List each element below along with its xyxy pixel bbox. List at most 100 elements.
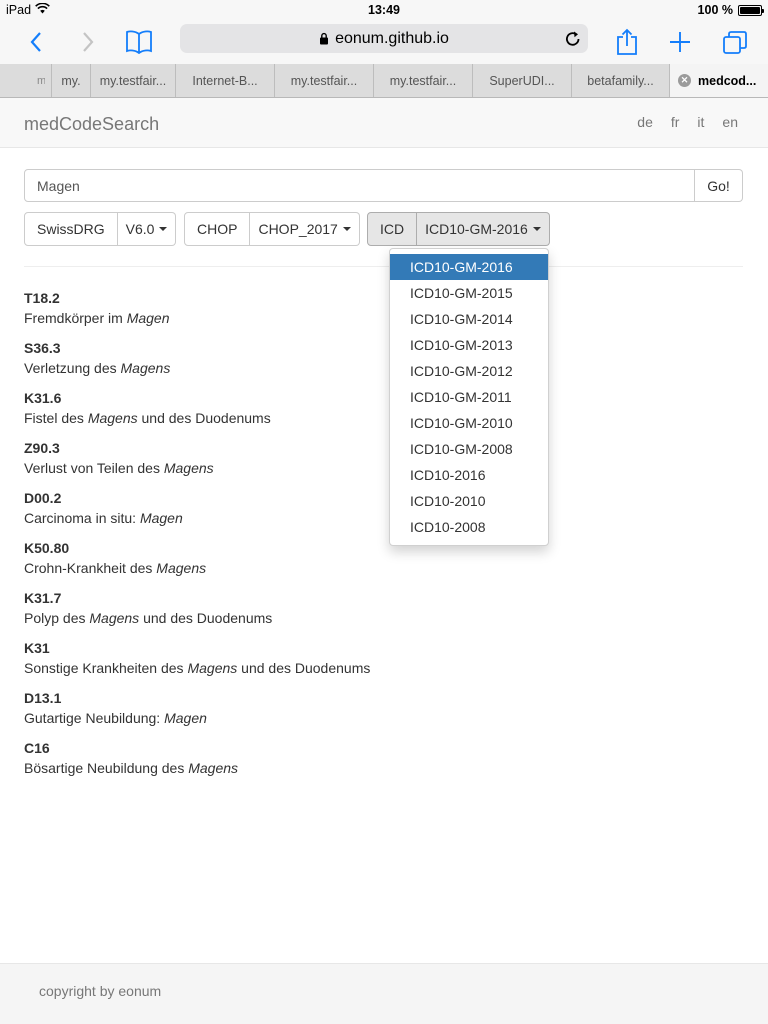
result-description: Bösartige Neubildung des Magens <box>24 760 239 776</box>
icd-version-option[interactable]: ICD10-2010 <box>390 488 548 514</box>
results-list: T18.2 Fremdkörper im Magen S36.3 Verletz… <box>24 290 724 790</box>
result-item[interactable]: C16 Bösartige Neubildung des Magens <box>24 740 724 790</box>
icd-button[interactable]: ICD <box>367 212 418 246</box>
icd-version-option-selected[interactable]: ICD10-GM-2016 <box>390 254 548 280</box>
lang-it-link[interactable]: it <box>697 114 704 130</box>
reload-icon[interactable] <box>565 30 581 47</box>
bookmarks-icon[interactable] <box>123 26 155 58</box>
chop-button[interactable]: CHOP <box>184 212 251 246</box>
status-bar: iPad 13:49 100 % <box>0 0 768 20</box>
result-item[interactable]: T18.2 Fremdkörper im Magen <box>24 290 724 340</box>
caret-down-icon <box>532 227 541 231</box>
tab-title: medcod... <box>698 73 757 88</box>
search-input[interactable] <box>24 169 695 202</box>
browser-tab[interactable]: my.testfair... <box>374 64 473 97</box>
browser-tab[interactable]: betafamily... <box>572 64 670 97</box>
tab-title: my. <box>37 75 45 87</box>
tab-title: my.testfair... <box>99 73 167 88</box>
share-icon[interactable] <box>611 26 643 58</box>
icd-version: ICD10-GM-2016 <box>425 221 528 237</box>
swissdrg-version-dropdown[interactable]: V6.0 <box>117 212 177 246</box>
chop-selector: CHOP CHOP_2017 <box>184 212 360 246</box>
browser-tab[interactable]: my.testfair... <box>275 64 374 97</box>
browser-tab[interactable]: my. <box>0 64 52 97</box>
chop-version-dropdown[interactable]: CHOP_2017 <box>250 212 360 246</box>
icd-version-option[interactable]: ICD10-GM-2011 <box>390 384 548 410</box>
icd-version-option[interactable]: ICD10-GM-2012 <box>390 358 548 384</box>
result-item[interactable]: K31 Sonstige Krankheiten des Magens und … <box>24 640 724 690</box>
icd-version-option[interactable]: ICD10-GM-2013 <box>390 332 548 358</box>
swissdrg-version: V6.0 <box>125 221 155 237</box>
result-description: Verlust von Teilen des Magens <box>24 460 214 476</box>
caret-down-icon <box>159 227 168 231</box>
address-bar[interactable]: eonum.github.io <box>180 24 588 53</box>
icd-selector: ICD ICD10-GM-2016 <box>367 212 550 246</box>
result-item[interactable]: D13.1 Gutartige Neubildung: Magen <box>24 690 724 740</box>
swissdrg-button[interactable]: SwissDRG <box>24 212 118 246</box>
result-code: D00.2 <box>24 490 62 506</box>
lock-icon <box>319 32 329 45</box>
result-code: Z90.3 <box>24 440 60 456</box>
url-text: eonum.github.io <box>335 29 449 47</box>
chop-label: CHOP <box>197 221 238 237</box>
swissdrg-label: SwissDRG <box>37 221 105 237</box>
result-description: Carcinoma in situ: Magen <box>24 510 183 526</box>
icd-label: ICD <box>380 221 405 237</box>
browser-toolbar: eonum.github.io <box>0 20 768 64</box>
result-description: Crohn-Krankheit des Magens <box>24 560 207 576</box>
divider <box>24 266 743 267</box>
browser-tab[interactable]: Internet-B... <box>176 64 275 97</box>
tab-title: my. <box>61 73 81 88</box>
result-description: Polyp des Magens und des Duodenums <box>24 610 273 626</box>
browser-tab[interactable]: my.testfair... <box>91 64 176 97</box>
site-footer: copyright by eonum <box>0 963 768 1024</box>
tab-title: Internet-B... <box>192 73 258 88</box>
battery-percent: 100 % <box>697 3 733 17</box>
tabs-overview-icon[interactable] <box>719 26 751 58</box>
chop-version: CHOP_2017 <box>258 221 338 237</box>
result-description: Fistel des Magens und des Duodenums <box>24 410 271 426</box>
site-navbar: medCodeSearch de fr it en <box>0 98 768 148</box>
result-item[interactable]: S36.3 Verletzung des Magens <box>24 340 724 390</box>
result-item[interactable]: K50.80 Crohn-Krankheit des Magens <box>24 540 724 590</box>
swissdrg-selector: SwissDRG V6.0 <box>24 212 177 246</box>
result-description: Gutartige Neubildung: Magen <box>24 710 207 726</box>
result-code: T18.2 <box>24 290 60 306</box>
lang-fr-link[interactable]: fr <box>671 114 680 130</box>
result-code: K31 <box>24 640 50 656</box>
caret-down-icon <box>342 227 351 231</box>
icd-version-option[interactable]: ICD10-2008 <box>390 514 548 540</box>
back-icon[interactable] <box>20 26 52 58</box>
lang-en-link[interactable]: en <box>722 114 738 130</box>
result-code: S36.3 <box>24 340 61 356</box>
new-tab-icon[interactable] <box>664 26 696 58</box>
result-item[interactable]: D00.2 Carcinoma in situ: Magen <box>24 490 724 540</box>
browser-tab-active[interactable]: ✕ medcod... <box>670 64 768 97</box>
lang-de-link[interactable]: de <box>637 114 653 130</box>
icd-version-option[interactable]: ICD10-GM-2015 <box>390 280 548 306</box>
icd-version-option[interactable]: ICD10-GM-2010 <box>390 410 548 436</box>
icd-version-option[interactable]: ICD10-GM-2008 <box>390 436 548 462</box>
forward-icon[interactable] <box>72 26 104 58</box>
close-tab-icon[interactable]: ✕ <box>678 74 691 87</box>
clock: 13:49 <box>368 3 400 17</box>
result-item[interactable]: K31.7 Polyp des Magens und des Duodenums <box>24 590 724 640</box>
result-description: Fremdkörper im Magen <box>24 310 170 326</box>
result-description: Sonstige Krankheiten des Magens und des … <box>24 660 371 676</box>
icd-version-dropdown[interactable]: ICD10-GM-2016 <box>417 212 550 246</box>
result-item[interactable]: K31.6 Fistel des Magens und des Duodenum… <box>24 390 724 440</box>
result-code: K31.7 <box>24 590 62 606</box>
browser-tab[interactable]: SuperUDI... <box>473 64 572 97</box>
icd-version-option[interactable]: ICD10-2016 <box>390 462 548 488</box>
icd-version-option[interactable]: ICD10-GM-2014 <box>390 306 548 332</box>
result-code: C16 <box>24 740 50 756</box>
search-form: Go! <box>24 169 743 202</box>
go-button[interactable]: Go! <box>695 169 743 202</box>
brand-title[interactable]: medCodeSearch <box>24 114 159 135</box>
tab-title: my.testfair... <box>290 73 358 88</box>
result-code: K31.6 <box>24 390 62 406</box>
language-switcher: de fr it en <box>637 114 738 130</box>
result-item[interactable]: Z90.3 Verlust von Teilen des Magens <box>24 440 724 490</box>
tab-title: SuperUDI... <box>489 73 555 88</box>
browser-tab[interactable]: my. <box>52 64 91 97</box>
